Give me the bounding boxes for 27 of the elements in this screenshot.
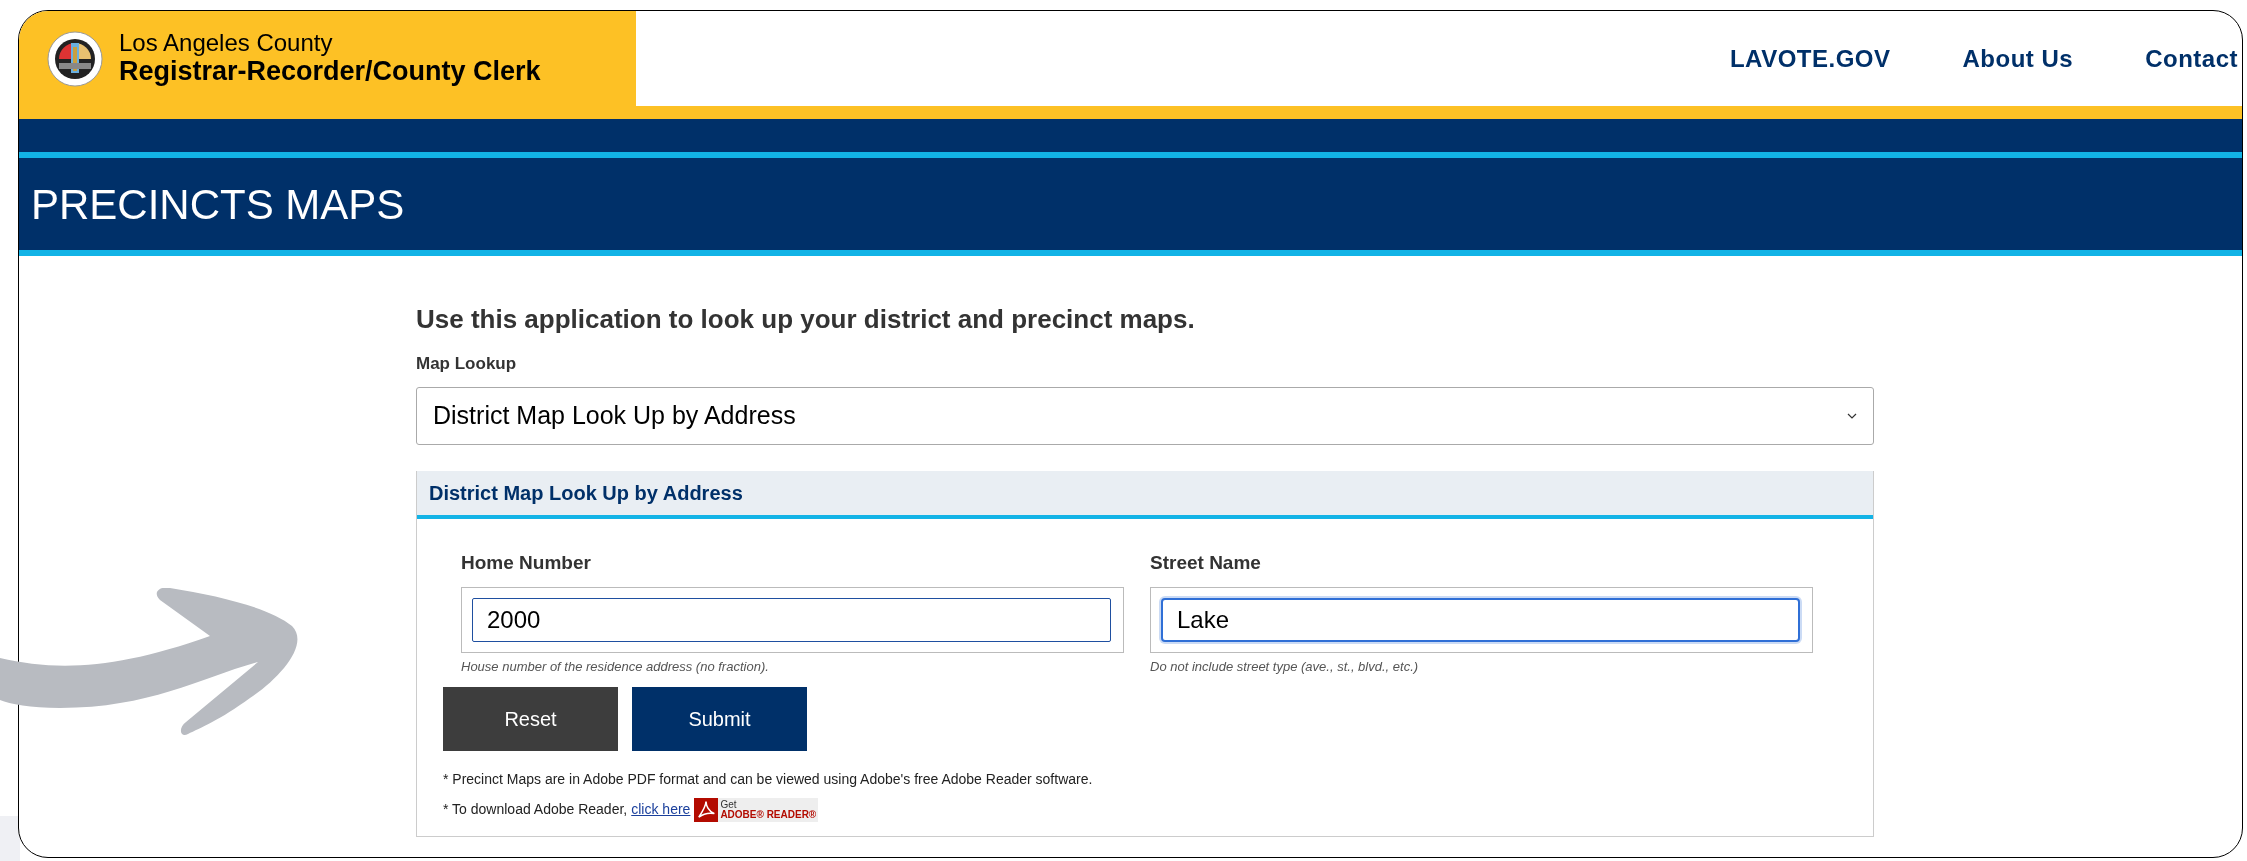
county-seal-icon: [47, 30, 103, 87]
input-field[interactable]: Lake: [1161, 598, 1800, 642]
nav-link[interactable]: Contact: [2145, 40, 2238, 77]
nav-link[interactable]: LAVOTE.GOV: [1729, 40, 1891, 77]
adobe-reader-badge[interactable]: Get ADOBE® READER®: [694, 797, 819, 822]
page-title: PRECINCTS MAPS: [31, 179, 405, 230]
badge-text: ADOBE® READER®: [720, 809, 817, 820]
badge-text: Get: [720, 799, 738, 810]
map-lookup-select[interactable]: District Map Look Up by Address: [416, 386, 1874, 445]
agency-county: Los Angeles County: [119, 30, 334, 57]
note-text: * To download Adobe Reader,: [443, 800, 628, 819]
agency-name: Registrar-Recorder/County Clerk: [119, 56, 541, 87]
panel-title: District Map Look Up by Address: [429, 480, 743, 506]
chevron-down-icon: [1847, 412, 1857, 419]
field-hint: House number of the residence address (no fraction).: [461, 658, 770, 676]
form-button[interactable]: Submit: [632, 686, 807, 751]
input-field[interactable]: 2000: [472, 598, 1111, 642]
pdf-icon: [694, 797, 719, 822]
field-label: Street Name: [1150, 550, 1262, 575]
map-lookup-label: Map Lookup: [416, 353, 518, 375]
nav-link[interactable]: About Us: [1962, 40, 2074, 77]
field-hint: Do not include street type (ave., st., blvd., etc.): [1150, 658, 1420, 676]
intro-heading: Use this application to look up your district and precinct maps.: [416, 303, 1196, 336]
download-link[interactable]: click here: [631, 799, 691, 820]
field-label: Home Number: [461, 550, 592, 575]
note-text: * Precinct Maps are in Adobe PDF format and can be viewed using Adobe's free Adobe Reader software.: [443, 769, 1094, 789]
form-button[interactable]: Reset: [443, 686, 618, 751]
